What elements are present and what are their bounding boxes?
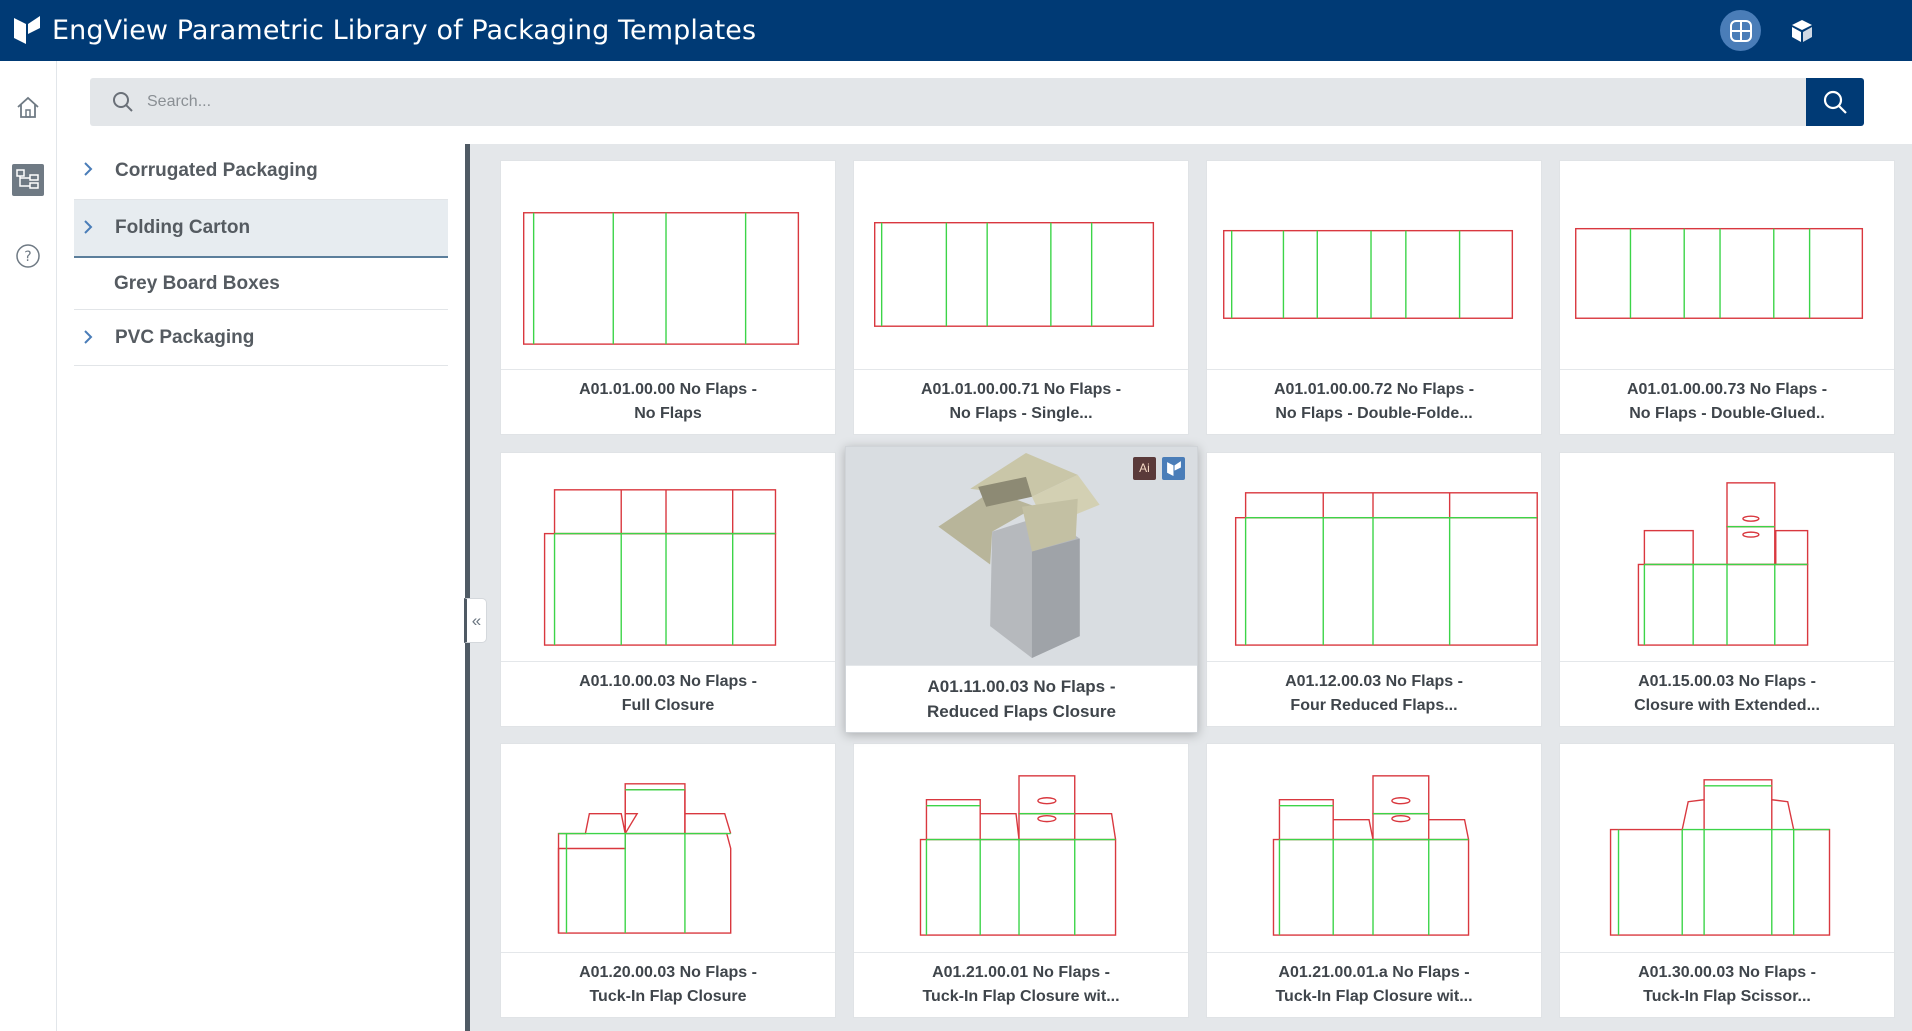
caption-line: No Flaps - Double-Folde...	[1275, 405, 1473, 422]
template-card[interactable]: A01.01.00.00.73 No Flaps - No Flaps - Do…	[1559, 160, 1895, 435]
tree-item-label: PVC Packaging	[115, 326, 255, 348]
caption-line: A01.21.00.01.a No Flaps -	[1278, 964, 1470, 981]
template-card[interactable]: A01.20.00.03 No Flaps - Tuck-In Flap Clo…	[500, 743, 836, 1018]
template-card[interactable]: A01.01.00.00.72 No Flaps - No Flaps - Do…	[1206, 160, 1542, 435]
caption-line: A01.10.00.03 No Flaps -	[579, 673, 757, 690]
dieline-thumbnail	[1560, 453, 1894, 662]
app-title: EngView Parametric Library of Packaging …	[52, 15, 757, 46]
caption-line: Tuck-In Flap Closure	[589, 988, 747, 1005]
tree-item-folding-carton[interactable]: Folding Carton	[74, 200, 448, 258]
parametric-library-button[interactable]	[1720, 10, 1761, 51]
home-button[interactable]	[12, 91, 44, 123]
caption-line: No Flaps - Double-Glued..	[1629, 405, 1825, 422]
search-input[interactable]	[90, 78, 1806, 126]
template-caption: A01.15.00.03 No Flaps - Closure with Ext…	[1560, 670, 1894, 718]
template-card[interactable]: A01.01.00.00.71 No Flaps - No Flaps - Si…	[853, 160, 1189, 435]
caption-line: A01.11.00.03 No Flaps -	[927, 677, 1116, 696]
tree-view-button[interactable]	[12, 164, 44, 196]
template-caption: A01.21.00.01.a No Flaps - Tuck-In Flap C…	[1207, 961, 1541, 1009]
template-caption: A01.01.00.00.71 No Flaps - No Flaps - Si…	[854, 378, 1188, 426]
dieline-thumbnail	[1207, 453, 1541, 662]
caption-line: A01.12.00.03 No Flaps -	[1285, 673, 1463, 690]
caption-line: No Flaps	[634, 405, 702, 422]
caption-line: Tuck-In Flap Scissor...	[1643, 988, 1811, 1005]
search-icon	[1823, 90, 1847, 114]
engview-logo-icon	[14, 16, 40, 44]
tree-view-icon	[16, 169, 39, 189]
caption-line: Tuck-In Flap Closure wit...	[922, 988, 1120, 1005]
template-card[interactable]: A01.30.00.03 No Flaps - Tuck-In Flap Sci…	[1559, 743, 1895, 1018]
dieline-thumbnail	[854, 161, 1188, 370]
help-icon: ?	[16, 244, 40, 268]
tree-item-corrugated-packaging[interactable]: Corrugated Packaging	[74, 142, 448, 200]
svg-text:?: ?	[24, 249, 31, 265]
caption-line: A01.21.00.01 No Flaps -	[932, 964, 1110, 981]
parametric-library-icon	[1729, 19, 1752, 42]
app-header: EngView Parametric Library of Packaging …	[0, 0, 1912, 61]
panel-splitter[interactable]	[465, 144, 470, 1031]
template-caption: A01.01.00.00 No Flaps - No Flaps	[501, 378, 835, 426]
3d-view-button[interactable]	[1781, 10, 1822, 51]
tree-item-pvc-packaging[interactable]: PVC Packaging	[74, 310, 448, 366]
tree-item-label: Grey Board Boxes	[114, 272, 280, 294]
caption-line: Four Reduced Flaps...	[1290, 697, 1458, 714]
caption-line: A01.30.00.03 No Flaps -	[1638, 964, 1816, 981]
chevron-right-icon	[84, 220, 93, 234]
caption-line: A01.15.00.03 No Flaps -	[1638, 673, 1816, 690]
search-button[interactable]	[1806, 78, 1864, 126]
3d-box-icon	[1791, 19, 1812, 42]
template-caption: A01.11.00.03 No Flaps - Reduced Flaps Cl…	[846, 674, 1197, 724]
caption-line: Full Closure	[621, 697, 715, 714]
template-card[interactable]: A01.15.00.03 No Flaps - Closure with Ext…	[1559, 452, 1895, 727]
template-card[interactable]: A01.01.00.00 No Flaps - No Flaps	[500, 160, 836, 435]
dieline-thumbnail	[1207, 744, 1541, 953]
home-icon	[17, 96, 39, 118]
caption-line: Reduced Flaps Closure	[927, 702, 1116, 721]
caption-line: Tuck-In Flap Closure wit...	[1275, 988, 1473, 1005]
caption-line: A01.20.00.03 No Flaps -	[579, 964, 757, 981]
engview-badge[interactable]	[1162, 457, 1185, 480]
template-caption: A01.30.00.03 No Flaps - Tuck-In Flap Sci…	[1560, 961, 1894, 1009]
icon-rail: ?	[0, 61, 57, 1031]
dieline-thumbnail	[1207, 161, 1541, 370]
template-card[interactable]: A01.10.00.03 No Flaps - Full Closure	[500, 452, 836, 727]
template-card[interactable]: A01.21.00.01 No Flaps - Tuck-In Flap Clo…	[853, 743, 1189, 1018]
dieline-thumbnail	[854, 744, 1188, 953]
caption-line: A01.01.00.00.71 No Flaps -	[920, 381, 1122, 398]
dieline-thumbnail	[1560, 744, 1894, 953]
tree-item-label: Corrugated Packaging	[115, 159, 318, 181]
template-caption: A01.21.00.01 No Flaps - Tuck-In Flap Clo…	[854, 961, 1188, 1009]
dieline-thumbnail	[501, 453, 835, 662]
dieline-thumbnail	[501, 744, 835, 953]
caption-line: A01.01.00.00.72 No Flaps -	[1273, 381, 1475, 398]
dieline-thumbnail	[501, 161, 835, 370]
template-card[interactable]: A01.21.00.01.a No Flaps - Tuck-In Flap C…	[1206, 743, 1542, 1018]
help-button[interactable]: ?	[12, 240, 44, 272]
caption-line: A01.01.00.00.73 No Flaps -	[1626, 381, 1828, 398]
template-grid: A01.01.00.00 No Flaps - No Flaps A01.01.…	[470, 144, 1912, 1031]
dieline-thumbnail	[1560, 161, 1894, 370]
template-caption: A01.01.00.00.72 No Flaps - No Flaps - Do…	[1207, 378, 1541, 426]
illustrator-badge[interactable]: Ai	[1133, 457, 1156, 480]
tree-item-grey-board-boxes[interactable]: Grey Board Boxes	[74, 258, 448, 310]
search-bar	[90, 78, 1864, 126]
caption-line: Closure with Extended...	[1634, 697, 1820, 714]
search-icon	[113, 92, 133, 112]
template-caption: A01.01.00.00.73 No Flaps - No Flaps - Do…	[1560, 378, 1894, 426]
template-card-hovered[interactable]: Ai A01.11.00.03 No Flaps - Reduced Flaps…	[845, 446, 1198, 733]
collapse-sidebar-button[interactable]: «	[464, 598, 487, 643]
engview-logo-icon	[1166, 461, 1181, 476]
template-caption: A01.12.00.03 No Flaps - Four Reduced Fla…	[1207, 670, 1541, 718]
tree-item-label: Folding Carton	[115, 217, 251, 238]
template-card[interactable]: A01.12.00.03 No Flaps - Four Reduced Fla…	[1206, 452, 1542, 727]
template-caption: A01.10.00.03 No Flaps - Full Closure	[501, 670, 835, 718]
chevron-right-icon	[84, 330, 93, 344]
chevron-right-icon	[84, 162, 93, 176]
category-tree: Corrugated Packaging Folding Carton Grey…	[74, 142, 448, 366]
caption-line: A01.01.00.00 No Flaps -	[579, 381, 757, 398]
template-caption: A01.20.00.03 No Flaps - Tuck-In Flap Clo…	[501, 961, 835, 1009]
caption-line: No Flaps - Single...	[949, 405, 1093, 422]
